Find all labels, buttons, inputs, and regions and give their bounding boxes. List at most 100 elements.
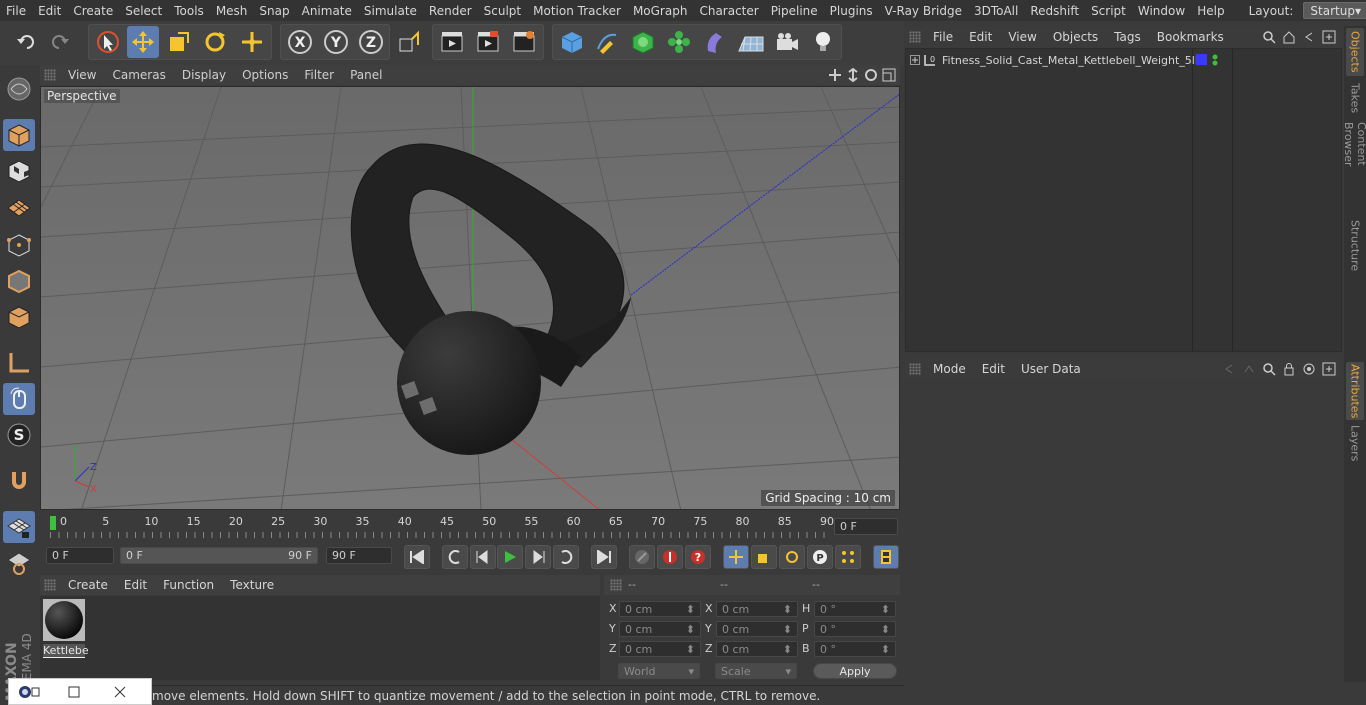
record-keys-button[interactable] — [629, 545, 655, 569]
size-z-field[interactable]: 0 cm ⬍ — [716, 641, 798, 657]
viewport-menu-view[interactable]: View — [60, 68, 104, 82]
cube-object-button[interactable] — [556, 26, 588, 58]
attribute-menu-edit[interactable]: Edit — [974, 362, 1013, 376]
keyframe-selection-button[interactable]: ? — [685, 545, 711, 569]
timeline-window-button[interactable] — [873, 545, 899, 569]
size-mode-select[interactable]: Scale ▾ — [715, 663, 797, 679]
render-picture-viewer-button[interactable] — [472, 26, 504, 58]
tab-takes[interactable]: Takes — [1346, 80, 1364, 116]
key-position-button[interactable] — [723, 545, 749, 569]
menu-pipeline[interactable]: Pipeline — [765, 4, 824, 18]
object-menu-tags[interactable]: Tags — [1106, 30, 1149, 44]
menu-tools[interactable]: Tools — [168, 4, 210, 18]
menu-help[interactable]: Help — [1191, 4, 1230, 18]
perspective-viewport[interactable]: Y Z X Perspective Grid Spacing : 10 cm — [40, 86, 900, 510]
pos-z-field[interactable]: 0 cm ⬍ — [619, 641, 701, 657]
frame-range-slider[interactable]: 0 F 90 F — [120, 547, 318, 564]
apply-button[interactable]: Apply — [813, 663, 897, 679]
solo-button[interactable]: S — [3, 419, 35, 451]
key-rotation-button[interactable] — [779, 545, 805, 569]
home-icon[interactable] — [1282, 30, 1296, 44]
menu-mograph[interactable]: MoGraph — [627, 4, 694, 18]
viewport-menu-display[interactable]: Display — [174, 68, 234, 82]
tab-content-browser[interactable]: Content Browser — [1342, 122, 1366, 210]
menu-sculpt[interactable]: Sculpt — [478, 4, 527, 18]
make-editable-button[interactable] — [3, 73, 35, 105]
lock-icon[interactable] — [1282, 362, 1296, 376]
end-frame-field[interactable]: 90 F — [326, 547, 392, 564]
coordinate-system-button[interactable] — [393, 26, 425, 58]
axis-mode-button[interactable] — [3, 347, 35, 379]
menu-mesh[interactable]: Mesh — [210, 4, 254, 18]
edges-mode-button[interactable] — [3, 265, 35, 297]
points-mode-button[interactable] — [3, 229, 35, 261]
object-menu-bookmarks[interactable]: Bookmarks — [1149, 30, 1232, 44]
material-menu-texture[interactable]: Texture — [222, 578, 282, 592]
rot-b-field[interactable]: 0 ° ⬍ — [814, 641, 896, 657]
x-axis-toggle[interactable]: X — [284, 26, 316, 58]
render-view-button[interactable] — [436, 26, 468, 58]
visibility-dots-icon[interactable] — [1211, 53, 1219, 67]
key-scale-button[interactable] — [751, 545, 777, 569]
play-button[interactable] — [497, 545, 523, 569]
object-row[interactable]: 0 Fitness_Solid_Cast_Metal_Kettlebell_We… — [906, 51, 1343, 69]
menu-create[interactable]: Create — [67, 4, 119, 18]
menu-redshift[interactable]: Redshift — [1024, 4, 1085, 18]
material-menu-create[interactable]: Create — [60, 578, 116, 592]
menu-script[interactable]: Script — [1085, 4, 1132, 18]
key-param-button[interactable]: P — [807, 545, 833, 569]
menu-select[interactable]: Select — [119, 4, 168, 18]
rot-p-field[interactable]: 0 ° ⬍ — [814, 621, 896, 637]
object-menu-file[interactable]: File — [925, 30, 961, 44]
timeline-ruler[interactable]: 0 5 10 15 20 25 30 35 40 45 50 55 60 65 70 75 80 85 90 0 F — [40, 512, 900, 542]
tab-objects[interactable]: Objects — [1346, 28, 1364, 76]
object-menu-view[interactable]: View — [1000, 30, 1044, 44]
menu-3dtoall[interactable]: 3DToAll — [968, 4, 1024, 18]
autokey-button[interactable] — [657, 545, 683, 569]
tab-structure[interactable]: Structure — [1346, 218, 1364, 274]
move-tool-button[interactable] — [127, 26, 159, 58]
prev-key-button[interactable] — [442, 545, 468, 569]
layout-select[interactable]: Startup ▾ — [1303, 2, 1366, 19]
floor-button[interactable] — [735, 26, 767, 58]
polygons-mode-button[interactable] — [3, 301, 35, 333]
back-icon[interactable] — [1302, 30, 1316, 44]
viewport-menu-options[interactable]: Options — [234, 68, 296, 82]
rotate-view-icon[interactable] — [864, 68, 878, 82]
workplane-lock-button[interactable] — [3, 511, 35, 543]
menu-window[interactable]: Window — [1132, 4, 1191, 18]
start-frame-field[interactable]: 0 F — [46, 547, 114, 564]
z-axis-toggle[interactable]: Z — [355, 26, 387, 58]
menu-character[interactable]: Character — [693, 4, 764, 18]
target-icon[interactable] — [1302, 362, 1316, 376]
light-button[interactable] — [807, 26, 839, 58]
new-panel-icon[interactable] — [1322, 30, 1336, 44]
y-axis-toggle[interactable]: Y — [320, 26, 352, 58]
cloner-button[interactable] — [663, 26, 695, 58]
close-icon[interactable] — [113, 685, 127, 699]
menu-file[interactable]: File — [0, 4, 32, 18]
goto-start-button[interactable] — [404, 545, 430, 569]
camera-button[interactable] — [771, 26, 803, 58]
object-menu-edit[interactable]: Edit — [961, 30, 1000, 44]
new-panel-icon[interactable] — [1322, 362, 1336, 376]
tab-attributes[interactable]: Attributes — [1346, 362, 1364, 420]
search-icon[interactable] — [1262, 362, 1276, 376]
next-key-button[interactable] — [553, 545, 579, 569]
undo-button[interactable] — [10, 26, 42, 58]
size-x-field[interactable]: 0 cm ⬍ — [716, 601, 798, 617]
key-pla-button[interactable] — [835, 545, 861, 569]
up-arrow-icon[interactable] — [1242, 362, 1256, 376]
viewport-menu-cameras[interactable]: Cameras — [104, 68, 173, 82]
model-mode-button[interactable] — [3, 119, 35, 151]
current-frame-field[interactable]: 0 F — [834, 518, 898, 535]
size-y-field[interactable]: 0 cm ⬍ — [716, 621, 798, 637]
menu-render[interactable]: Render — [423, 4, 478, 18]
locked-workplane-button[interactable] — [3, 547, 35, 579]
viewport-menu-filter[interactable]: Filter — [296, 68, 342, 82]
subdivision-surface-button[interactable] — [627, 26, 659, 58]
maximize-view-icon[interactable] — [882, 68, 896, 82]
render-settings-button[interactable] — [508, 26, 540, 58]
next-frame-button[interactable] — [525, 545, 551, 569]
scale-tool-button[interactable] — [163, 26, 195, 58]
